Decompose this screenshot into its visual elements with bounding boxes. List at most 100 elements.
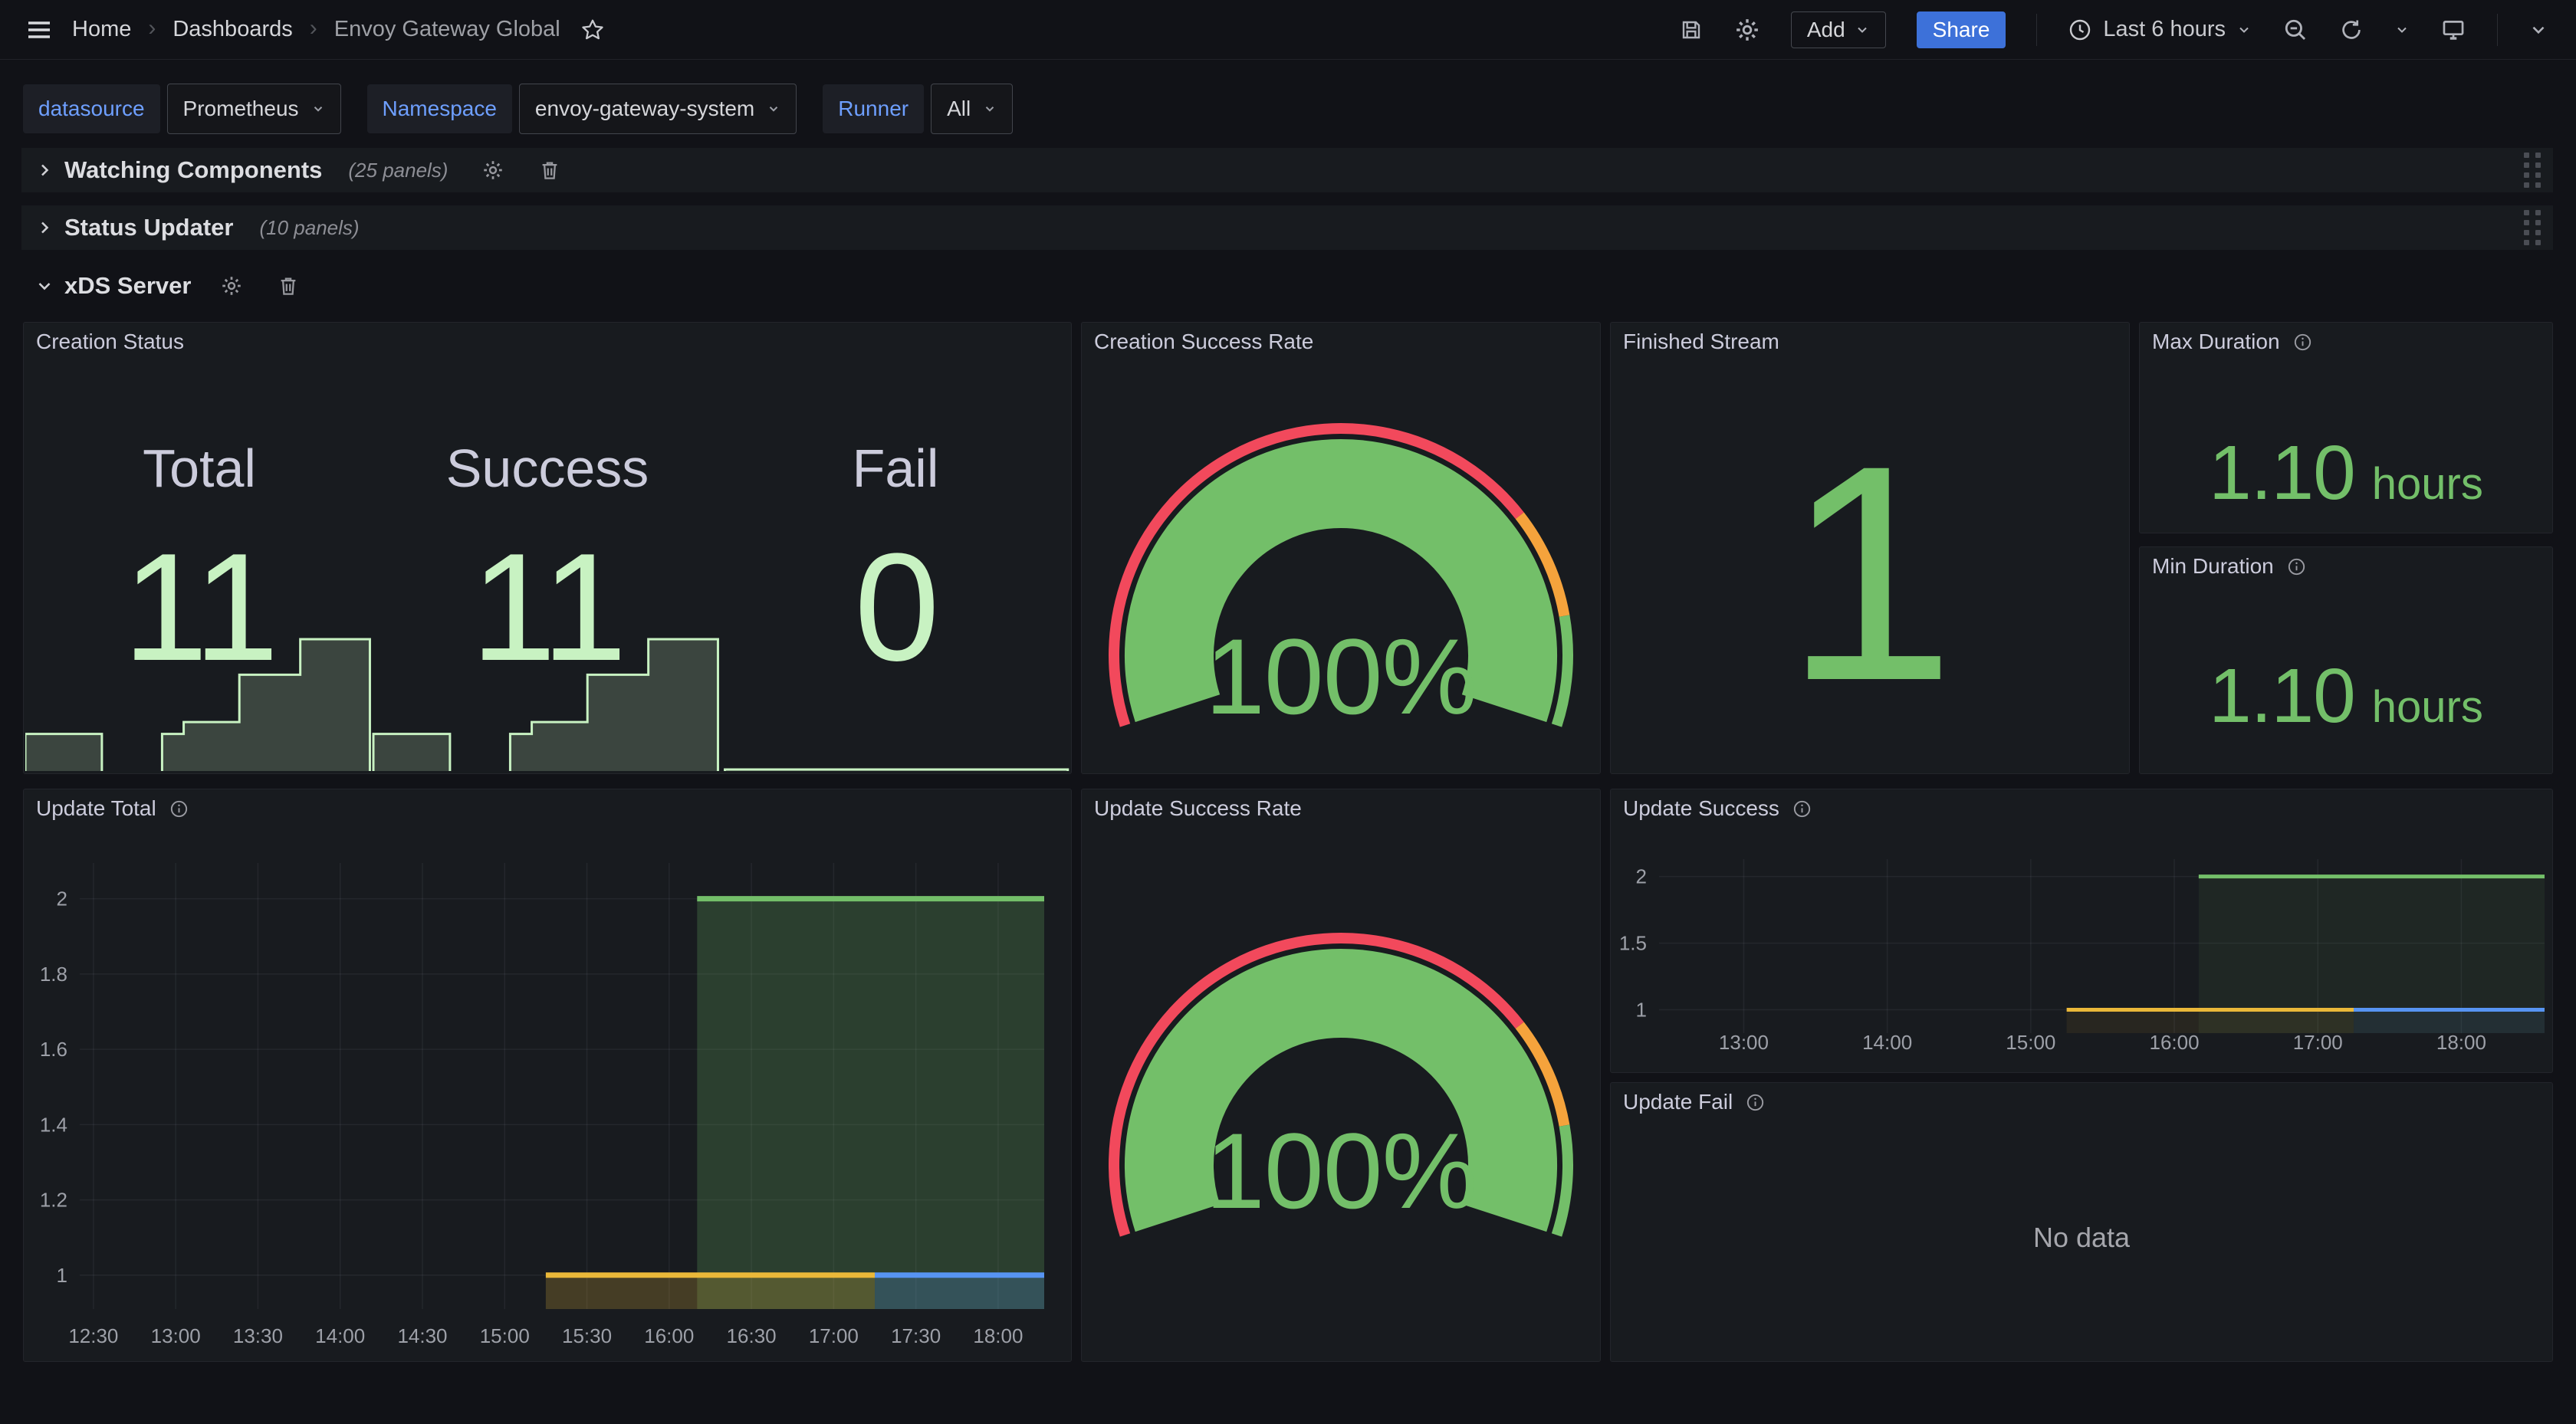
svg-text:16:00: 16:00: [644, 1324, 694, 1347]
svg-text:13:00: 13:00: [151, 1324, 201, 1347]
variable-label-runner[interactable]: Runner: [823, 84, 924, 133]
variable-value-namespace[interactable]: envoy-gateway-system: [519, 84, 797, 134]
chevron-down-icon: [311, 102, 325, 116]
svg-text:1.4: 1.4: [40, 1113, 67, 1136]
svg-text:15:00: 15:00: [2006, 1031, 2055, 1054]
refresh-interval-caret[interactable]: [2394, 22, 2410, 38]
panel-update-success-rate[interactable]: Update Success Rate 100%: [1081, 789, 1601, 1362]
no-data-message: No data: [1611, 1083, 2552, 1361]
svg-text:13:00: 13:00: [1719, 1031, 1769, 1054]
svg-text:17:00: 17:00: [2293, 1031, 2343, 1054]
trash-icon[interactable]: [538, 159, 561, 182]
panel-creation-status[interactable]: Creation Status Total 11 Success 11 Fail…: [23, 322, 1072, 774]
svg-text:16:00: 16:00: [2149, 1031, 2199, 1054]
svg-text:15:30: 15:30: [562, 1324, 612, 1347]
panel-min-duration[interactable]: Min Duration 1.10 hours: [2139, 546, 2553, 774]
stat-label: Success: [373, 438, 721, 499]
svg-text:17:00: 17:00: [809, 1324, 859, 1347]
add-button-label: Add: [1807, 18, 1845, 42]
drag-handle[interactable]: [2524, 153, 2541, 188]
share-button-label: Share: [1933, 18, 1990, 42]
gear-icon[interactable]: [220, 274, 243, 297]
add-button[interactable]: Add: [1791, 11, 1886, 48]
panel-title: Min Duration: [2152, 554, 2274, 579]
panel-finished-stream[interactable]: Finished Stream 1: [1610, 322, 2130, 774]
top-nav: Home › Dashboards › Envoy Gateway Global…: [0, 0, 2576, 60]
info-icon[interactable]: [2286, 556, 2307, 577]
gauge-value: 100%: [1082, 623, 1600, 730]
share-button[interactable]: Share: [1917, 11, 2006, 48]
variable-value-runner[interactable]: All: [931, 84, 1013, 134]
row-chevron-down-icon: [35, 277, 54, 295]
svg-text:1.5: 1.5: [1619, 932, 1647, 955]
breadcrumb: Home › Dashboards › Envoy Gateway Global: [72, 17, 560, 43]
save-icon[interactable]: [1679, 18, 1704, 42]
refresh-icon[interactable]: [2339, 18, 2364, 42]
row-title: Watching Components: [64, 156, 322, 184]
stat-label: Total: [25, 438, 373, 499]
breadcrumb-separator: ›: [148, 15, 156, 41]
variable-selected-value: All: [947, 97, 971, 121]
panel-update-fail[interactable]: Update Fail No data: [1610, 1082, 2553, 1362]
collapse-nav-caret[interactable]: [2528, 20, 2548, 40]
variable-label-datasource[interactable]: datasource: [23, 84, 160, 133]
svg-text:1.8: 1.8: [40, 963, 67, 986]
drag-handle[interactable]: [2524, 210, 2541, 245]
kiosk-icon[interactable]: [2440, 17, 2466, 43]
svg-text:12:30: 12:30: [68, 1324, 118, 1347]
panel-update-total[interactable]: Update Total 11.21.41.61.8212:3013:0013:…: [23, 789, 1072, 1362]
stat-value-group: 1.10 hours: [2140, 652, 2552, 740]
row-chevron-right-icon: [35, 218, 54, 237]
breadcrumb-home[interactable]: Home: [72, 17, 131, 42]
variable-value-datasource[interactable]: Prometheus: [167, 84, 341, 134]
svg-text:18:00: 18:00: [2436, 1031, 2486, 1054]
panel-creation-success-rate[interactable]: Creation Success Rate 100%: [1081, 322, 1601, 774]
chevron-down-icon: [2528, 20, 2548, 40]
panel-title: Update Success Rate: [1094, 796, 1302, 821]
info-icon[interactable]: [1792, 799, 1812, 819]
svg-text:15:00: 15:00: [480, 1324, 530, 1347]
stat-value-group: 1.10 hours: [2140, 429, 2552, 517]
row-xds-server[interactable]: xDS Server: [21, 268, 2553, 304]
row-title: Status Updater: [64, 214, 233, 241]
svg-text:14:00: 14:00: [1862, 1031, 1912, 1054]
row-watching-components[interactable]: Watching Components (25 panels): [21, 148, 2553, 192]
panel-title: Max Duration: [2152, 330, 2280, 354]
info-icon[interactable]: [1745, 1092, 1766, 1113]
timeseries-chart: 11.5213:0014:0015:0016:0017:0018:00: [1611, 789, 2552, 1072]
hamburger-icon[interactable]: [26, 18, 52, 41]
row-title: xDS Server: [64, 272, 191, 300]
time-range-picker[interactable]: Last 6 hours: [2068, 17, 2252, 42]
chevron-down-icon: [767, 102, 780, 116]
grafana-dashboard: Home › Dashboards › Envoy Gateway Global…: [0, 0, 2576, 1424]
svg-text:1.2: 1.2: [40, 1189, 67, 1212]
svg-text:1.6: 1.6: [40, 1038, 67, 1061]
info-icon[interactable]: [2292, 332, 2313, 353]
svg-text:17:30: 17:30: [891, 1324, 941, 1347]
svg-text:14:00: 14:00: [315, 1324, 365, 1347]
zoom-out-icon[interactable]: [2282, 17, 2308, 43]
panel-max-duration[interactable]: Max Duration 1.10 hours: [2139, 322, 2553, 533]
star-icon[interactable]: [580, 18, 605, 42]
variable-label-namespace[interactable]: Namespace: [367, 84, 512, 133]
row-panel-count: (25 panels): [348, 159, 448, 182]
panel-title: Update Fail: [1623, 1090, 1733, 1114]
row-chevron-right-icon: [35, 161, 54, 179]
row-panel-count: (10 panels): [259, 216, 359, 240]
svg-text:13:30: 13:30: [233, 1324, 283, 1347]
settings-icon[interactable]: [1734, 17, 1760, 43]
chevron-down-icon: [1855, 22, 1870, 38]
svg-text:16:30: 16:30: [727, 1324, 777, 1347]
panel-title: Finished Stream: [1623, 330, 1779, 354]
chevron-down-icon: [983, 102, 997, 116]
breadcrumb-dashboards[interactable]: Dashboards: [172, 17, 292, 42]
panel-title: Creation Status: [36, 330, 184, 354]
gear-icon[interactable]: [481, 159, 504, 182]
info-icon[interactable]: [169, 799, 189, 819]
row-status-updater[interactable]: Status Updater (10 panels): [21, 205, 2553, 250]
panel-update-success[interactable]: Update Success 11.5213:0014:0015:0016:00…: [1610, 789, 2553, 1073]
stat-value: 1.10: [2209, 429, 2355, 517]
trash-icon[interactable]: [277, 274, 300, 297]
clock-icon: [2068, 18, 2092, 42]
variable-selected-value: Prometheus: [183, 97, 299, 121]
